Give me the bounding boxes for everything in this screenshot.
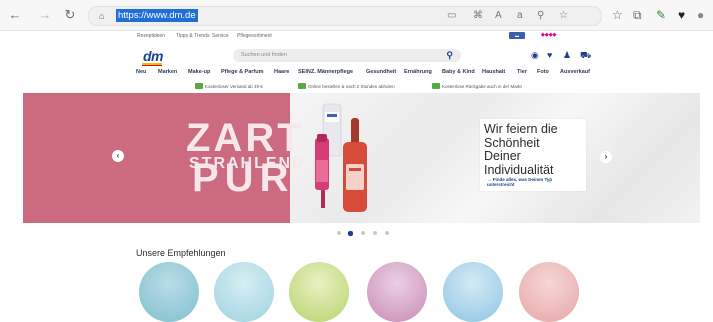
nav-item-baby-kind[interactable]: Baby & Kind bbox=[442, 69, 475, 75]
nav-item-haushalt[interactable]: Haushalt bbox=[482, 69, 505, 75]
browser-toolbar: ← → ↻ ⌂ https://www.dm.de ▭ ⌘ A a ⚲ ☆ ☆ … bbox=[0, 0, 713, 31]
nav-item-haare[interactable]: Haare bbox=[274, 69, 289, 75]
apps-icon[interactable]: ⌘ bbox=[473, 11, 483, 21]
back-icon[interactable]: ← bbox=[8, 8, 22, 22]
read-aloud-icon[interactable]: A bbox=[495, 11, 502, 21]
payback-badge[interactable]: ▬ bbox=[509, 32, 525, 39]
usp-pickup: Online bestellen & nach 2 Stunden abhole… bbox=[308, 84, 395, 89]
profile-icon[interactable]: ● bbox=[697, 9, 704, 21]
main-navigation: Neu Marken Make-up Pflege & Parfum Haare… bbox=[0, 69, 713, 79]
loyalty-badge[interactable]: ◆◆◆◆ bbox=[541, 32, 556, 38]
reader-view-icon[interactable]: ▭ bbox=[447, 11, 456, 21]
hero-title-line1: ZART bbox=[186, 116, 305, 160]
extension-icon[interactable]: ✎ bbox=[656, 9, 666, 21]
favorite-star-icon[interactable]: ☆ bbox=[612, 9, 623, 21]
meta-link[interactable]: Tipps & Trends bbox=[176, 33, 209, 39]
zoom-icon[interactable]: ⚲ bbox=[537, 11, 544, 21]
recommendation-item[interactable] bbox=[443, 262, 503, 322]
forward-icon[interactable]: → bbox=[38, 8, 52, 22]
search-icon[interactable]: ⚲ bbox=[446, 50, 453, 61]
carousel-dot-active[interactable] bbox=[348, 230, 353, 236]
favorite-add-icon[interactable]: ☆ bbox=[559, 11, 568, 21]
recommendation-item[interactable] bbox=[289, 262, 349, 322]
carousel-next-button[interactable]: › bbox=[600, 151, 612, 163]
nav-item-foto[interactable]: Foto bbox=[537, 69, 549, 75]
recommendation-item[interactable] bbox=[214, 262, 274, 322]
meta-link[interactable]: Pflegesortiment bbox=[237, 33, 272, 39]
carousel-dot[interactable] bbox=[361, 231, 365, 235]
nav-item-tier[interactable]: Tier bbox=[517, 69, 527, 75]
nav-item-ernaehrung[interactable]: Ernährung bbox=[404, 69, 432, 75]
cart-icon[interactable]: ⛟ bbox=[580, 50, 591, 60]
nav-item-makeup[interactable]: Make-up bbox=[188, 69, 210, 75]
recommendation-item[interactable] bbox=[519, 262, 579, 322]
carousel-dot[interactable] bbox=[373, 231, 377, 235]
translate-icon[interactable]: a bbox=[517, 11, 523, 21]
nav-item-seinz[interactable]: SEINZ. Männerpflege bbox=[298, 69, 353, 75]
nav-item-gesundheit[interactable]: Gesundheit bbox=[366, 69, 396, 75]
usp-returns: Kostenlose Rückgabe auch in der Markt bbox=[442, 84, 522, 89]
shield-icon[interactable]: ♥ bbox=[678, 9, 685, 21]
account-icon[interactable]: ♟ bbox=[563, 50, 571, 60]
heart-icon[interactable]: ♥ bbox=[547, 50, 552, 60]
location-icon[interactable]: ◉ bbox=[531, 50, 539, 60]
nav-item-marken[interactable]: Marken bbox=[158, 69, 177, 75]
reload-icon[interactable]: ↻ bbox=[63, 8, 77, 22]
recommendations-title: Unsere Empfehlungen bbox=[136, 248, 226, 258]
carousel-dot[interactable] bbox=[337, 231, 341, 235]
promo-headline: Wir feiern die Schönheit Deiner Individu… bbox=[484, 122, 558, 177]
recommendation-item[interactable] bbox=[367, 262, 427, 322]
meta-link[interactable]: Rezeptideen bbox=[137, 33, 165, 39]
promo-link[interactable]: → Finde alles, was Deinen Typ unterstrei… bbox=[487, 177, 577, 187]
nav-item-pflege-parfum[interactable]: Pflege & Parfum bbox=[221, 69, 263, 75]
meta-link[interactable]: Service bbox=[212, 33, 229, 39]
return-icon bbox=[432, 83, 440, 89]
store-icon bbox=[298, 83, 306, 89]
nav-item-neu[interactable]: Neu bbox=[136, 69, 146, 75]
carousel-prev-button[interactable]: ‹ bbox=[112, 150, 124, 162]
usp-shipping: Kostenloser Versand ab 49 € bbox=[205, 84, 263, 89]
meta-bar: Rezeptideen Tipps & Trends Service Pfleg… bbox=[0, 31, 713, 41]
search-placeholder: Suchen und finden bbox=[241, 52, 287, 58]
carousel-dot[interactable] bbox=[385, 231, 389, 235]
search-input[interactable]: Suchen und finden ⚲ bbox=[233, 49, 461, 62]
collections-icon[interactable]: ⧉ bbox=[633, 9, 642, 21]
lock-icon: ⌂ bbox=[99, 11, 105, 21]
url-text[interactable]: https://www.dm.de bbox=[116, 9, 198, 22]
nav-item-ausverkauf[interactable]: Ausverkauf bbox=[560, 69, 590, 75]
recommendation-item[interactable] bbox=[139, 262, 199, 322]
logo-underline-red bbox=[142, 65, 162, 66]
hero-title-line3: PUR bbox=[192, 156, 295, 200]
hero-products-image bbox=[315, 103, 367, 212]
dm-logo[interactable]: dm bbox=[143, 48, 164, 64]
truck-icon bbox=[195, 83, 203, 89]
address-bar[interactable]: ⌂ https://www.dm.de ▭ ⌘ A a ⚲ ☆ bbox=[88, 6, 602, 26]
